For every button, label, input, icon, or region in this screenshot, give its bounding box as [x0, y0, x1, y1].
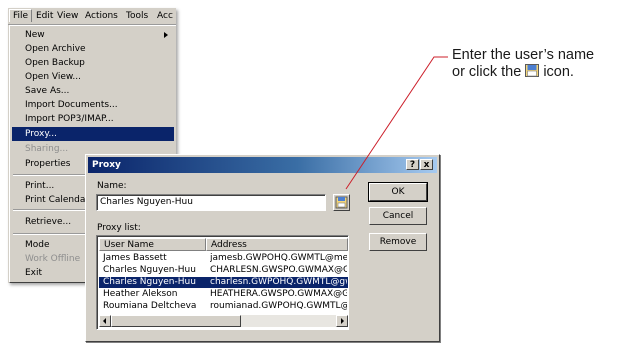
menu-item-proxy[interactable]: Proxy... — [12, 127, 174, 141]
list-item-selected[interactable]: Charles Nguyen-Huu charlesn.GWPOHQ.GWMTL… — [99, 277, 348, 288]
cell-address: charlesn.GWPOHQ.GWMTL@gwt — [210, 277, 347, 287]
list-item[interactable]: Heather Alekson HEATHERA.GWSPO.GWMAX@GR — [99, 289, 348, 300]
proxy-list-label: Proxy list: — [97, 223, 141, 233]
list-item[interactable]: Charles Nguyen-Huu CHARLESN.GWSPO.GWMAX@… — [99, 265, 348, 276]
cell-address: jamesb.GWPOHQ.GWMTL@mess — [210, 253, 347, 263]
column-header-address[interactable]: Address — [206, 238, 348, 251]
menu-tools[interactable]: Tools — [123, 10, 151, 22]
cell-address: HEATHERA.GWSPO.GWMAX@GR — [210, 289, 347, 299]
arrow-left-icon — [103, 318, 106, 324]
cell-user-name: Roumiana Deltcheva — [103, 301, 197, 311]
menu-item-save-as[interactable]: Save As... — [12, 84, 174, 98]
callout-line-1: Enter the user’s name — [452, 47, 595, 63]
cell-user-name: Heather Alekson — [103, 289, 178, 299]
list-item[interactable]: James Bassett jamesb.GWPOHQ.GWMTL@mess — [99, 253, 348, 264]
menu-file[interactable]: File — [9, 9, 33, 22]
address-book-button[interactable] — [333, 194, 350, 211]
menu-item-import-documents[interactable]: Import Documents... — [12, 98, 174, 112]
scroll-left-button[interactable] — [99, 315, 111, 327]
menu-bar: File Edit View Actions Tools Acc — [8, 8, 176, 25]
cancel-button[interactable]: Cancel — [369, 207, 427, 225]
address-book-icon — [525, 64, 540, 77]
scroll-thumb[interactable] — [111, 315, 241, 327]
proxy-list[interactable]: User Name Address James Bassett jamesb.G… — [96, 235, 349, 330]
horizontal-scrollbar[interactable] — [99, 315, 348, 327]
menu-view[interactable]: View — [54, 10, 81, 22]
arrow-right-icon — [341, 318, 344, 324]
list-item[interactable]: Roumiana Deltcheva roumianad.GWPOHQ.GWMT… — [99, 301, 348, 312]
close-button[interactable]: x — [420, 159, 433, 170]
cell-user-name: Charles Nguyen-Huu — [103, 277, 196, 287]
callout-text: Enter the user’s name or click the icon. — [452, 47, 624, 81]
dialog-title: Proxy — [92, 160, 121, 170]
cell-user-name: Charles Nguyen-Huu — [103, 265, 196, 275]
menu-item-open-backup[interactable]: Open Backup — [12, 56, 174, 70]
callout-text-after-icon: icon. — [543, 64, 574, 80]
name-label: Name: — [97, 181, 127, 191]
proxy-dialog: Proxy ? x Name: Charles Nguyen-Huu OK Ca… — [85, 154, 440, 342]
cell-address: roumianad.GWPOHQ.GWMTL@gu — [210, 301, 347, 311]
menu-item-open-archive[interactable]: Open Archive — [12, 42, 174, 56]
ok-button[interactable]: OK — [368, 182, 428, 202]
menu-item-import-pop3[interactable]: Import POP3/IMAP... — [12, 112, 174, 126]
submenu-arrow-icon — [164, 32, 168, 38]
help-button[interactable]: ? — [406, 159, 419, 170]
cell-address: CHARLESN.GWSPO.GWMAX@GR — [210, 265, 347, 275]
address-book-icon — [335, 196, 348, 209]
callout-line-2: or click the icon. — [452, 64, 624, 81]
dialog-title-bar[interactable]: Proxy ? x — [88, 157, 437, 173]
column-header-user-name[interactable]: User Name — [99, 238, 206, 251]
menu-item-new[interactable]: New — [12, 28, 174, 42]
remove-button[interactable]: Remove — [369, 233, 427, 251]
scroll-right-button[interactable] — [336, 315, 348, 327]
callout-text-before-icon: or click the — [452, 64, 522, 80]
name-input[interactable]: Charles Nguyen-Huu — [96, 194, 326, 211]
menu-accounts[interactable]: Acc — [154, 10, 176, 22]
cell-user-name: James Bassett — [103, 253, 167, 263]
menu-actions[interactable]: Actions — [82, 10, 121, 22]
menu-edit[interactable]: Edit — [33, 10, 56, 22]
menu-item-open-view[interactable]: Open View... — [12, 70, 174, 84]
